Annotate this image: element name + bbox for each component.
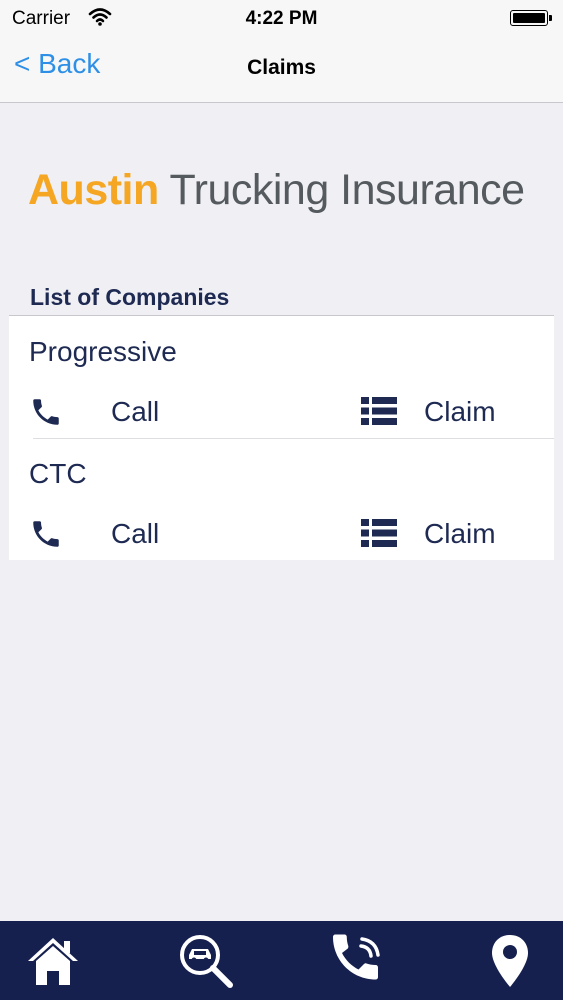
phone-icon[interactable] [29,395,63,434]
battery-icon [510,10,552,26]
austin-trucking-insurance-logo: Austin Trucking Insurance [28,166,525,215]
section-title: List of Companies [30,284,230,310]
call-button[interactable]: Call [111,396,159,428]
logo-brand-rest: Trucking Insurance [158,166,525,214]
page-title: Claims [247,56,316,79]
company-name: CTC [29,458,87,489]
claim-button[interactable]: Claim [424,396,496,428]
navigation-bar: < Back Claims [0,38,563,103]
claim-button[interactable]: Claim [424,518,496,550]
tab-bar [0,921,563,1000]
list-icon[interactable] [361,397,397,430]
list-icon[interactable] [361,519,397,552]
phone-calling-icon[interactable] [328,931,388,991]
home-icon[interactable] [24,931,84,991]
logo-brand-word: Austin [28,166,159,214]
company-list: Progressive Call Claim CTC Call Claim [9,315,554,560]
status-bar: Carrier 4:22 PM [0,0,563,38]
company-name: Progressive [29,336,177,367]
car-search-icon[interactable] [176,931,236,991]
phone-icon[interactable] [29,517,63,556]
company-row-ctc: CTC Call Claim [9,438,554,560]
call-button[interactable]: Call [111,518,159,550]
clock: 4:22 PM [245,8,318,29]
location-pin-icon[interactable] [480,931,540,991]
company-row-progressive: Progressive Call Claim [9,316,554,438]
